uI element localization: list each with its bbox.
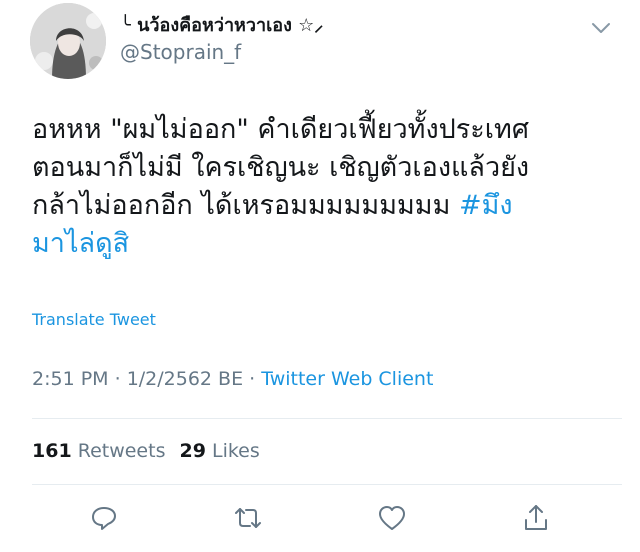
tweet-text: อหหห "ผมไม่ออก" คำเดียวเฟี้ยวทั้งประเทศ … [32,112,622,264]
like-button[interactable] [376,502,408,534]
divider [32,484,622,485]
tweet-text-segment: กล้าไม่ออกอีก ได้เหรอมมมมมมมมม [32,190,459,221]
avatar-image [30,3,106,79]
hashtag-link-continued[interactable]: มาไล่ดูสิ [32,228,129,259]
reply-icon [92,507,116,530]
tweet-text-line: อหหห "ผมไม่ออก" คำเดียวเฟี้ยวทั้งประเทศ [32,114,529,145]
share-icon [525,505,547,530]
retweets-stat[interactable]: 161 Retweets [32,440,165,462]
share-button[interactable] [520,502,552,534]
tweet-date[interactable]: 1/2/2562 BE [127,368,243,390]
divider [32,418,622,419]
tweet-text-line: ตอนมาก็ไม่มี ใครเชิญนะ เชิญตัวเองแล้วยัง [32,152,530,183]
meta-separator: · [108,368,127,390]
tweet-meta: 2:51 PM · 1/2/2562 BE · Twitter Web Clie… [32,368,433,390]
tweet-time[interactable]: 2:51 PM [32,368,109,390]
tweet-text-line: มาไล่ดูสิ [32,226,622,264]
retweet-button[interactable] [232,502,264,534]
heart-icon [379,506,405,530]
user-handle[interactable]: @Stoprain_f [120,40,241,64]
retweets-label: Retweets [77,440,166,462]
likes-stat[interactable]: 29 Likes [179,440,259,462]
display-name[interactable]: ╰ นว้องคือหว่าหวาเอง ☆⸝ [120,10,323,39]
translate-tweet-link[interactable]: Translate Tweet [32,310,156,329]
reply-button[interactable] [88,502,120,534]
retweets-count: 161 [32,440,72,462]
likes-label: Likes [211,440,260,462]
likes-count: 29 [179,440,206,462]
hashtag-link[interactable]: #มึง [459,190,513,221]
meta-separator: · [243,368,262,390]
tweet-stats: 161 Retweets 29 Likes [32,440,260,462]
source-client-link[interactable]: Twitter Web Client [261,368,433,390]
avatar[interactable] [30,3,106,79]
tweet-text-line: กล้าไม่ออกอีก ได้เหรอมมมมมมมมม #มึง [32,188,622,226]
tweet-header: ╰ นว้องคือหว่าหวาเอง ☆⸝ @Stoprain_f [0,0,640,90]
chevron-down-icon[interactable] [590,20,612,36]
retweet-icon [235,508,261,528]
